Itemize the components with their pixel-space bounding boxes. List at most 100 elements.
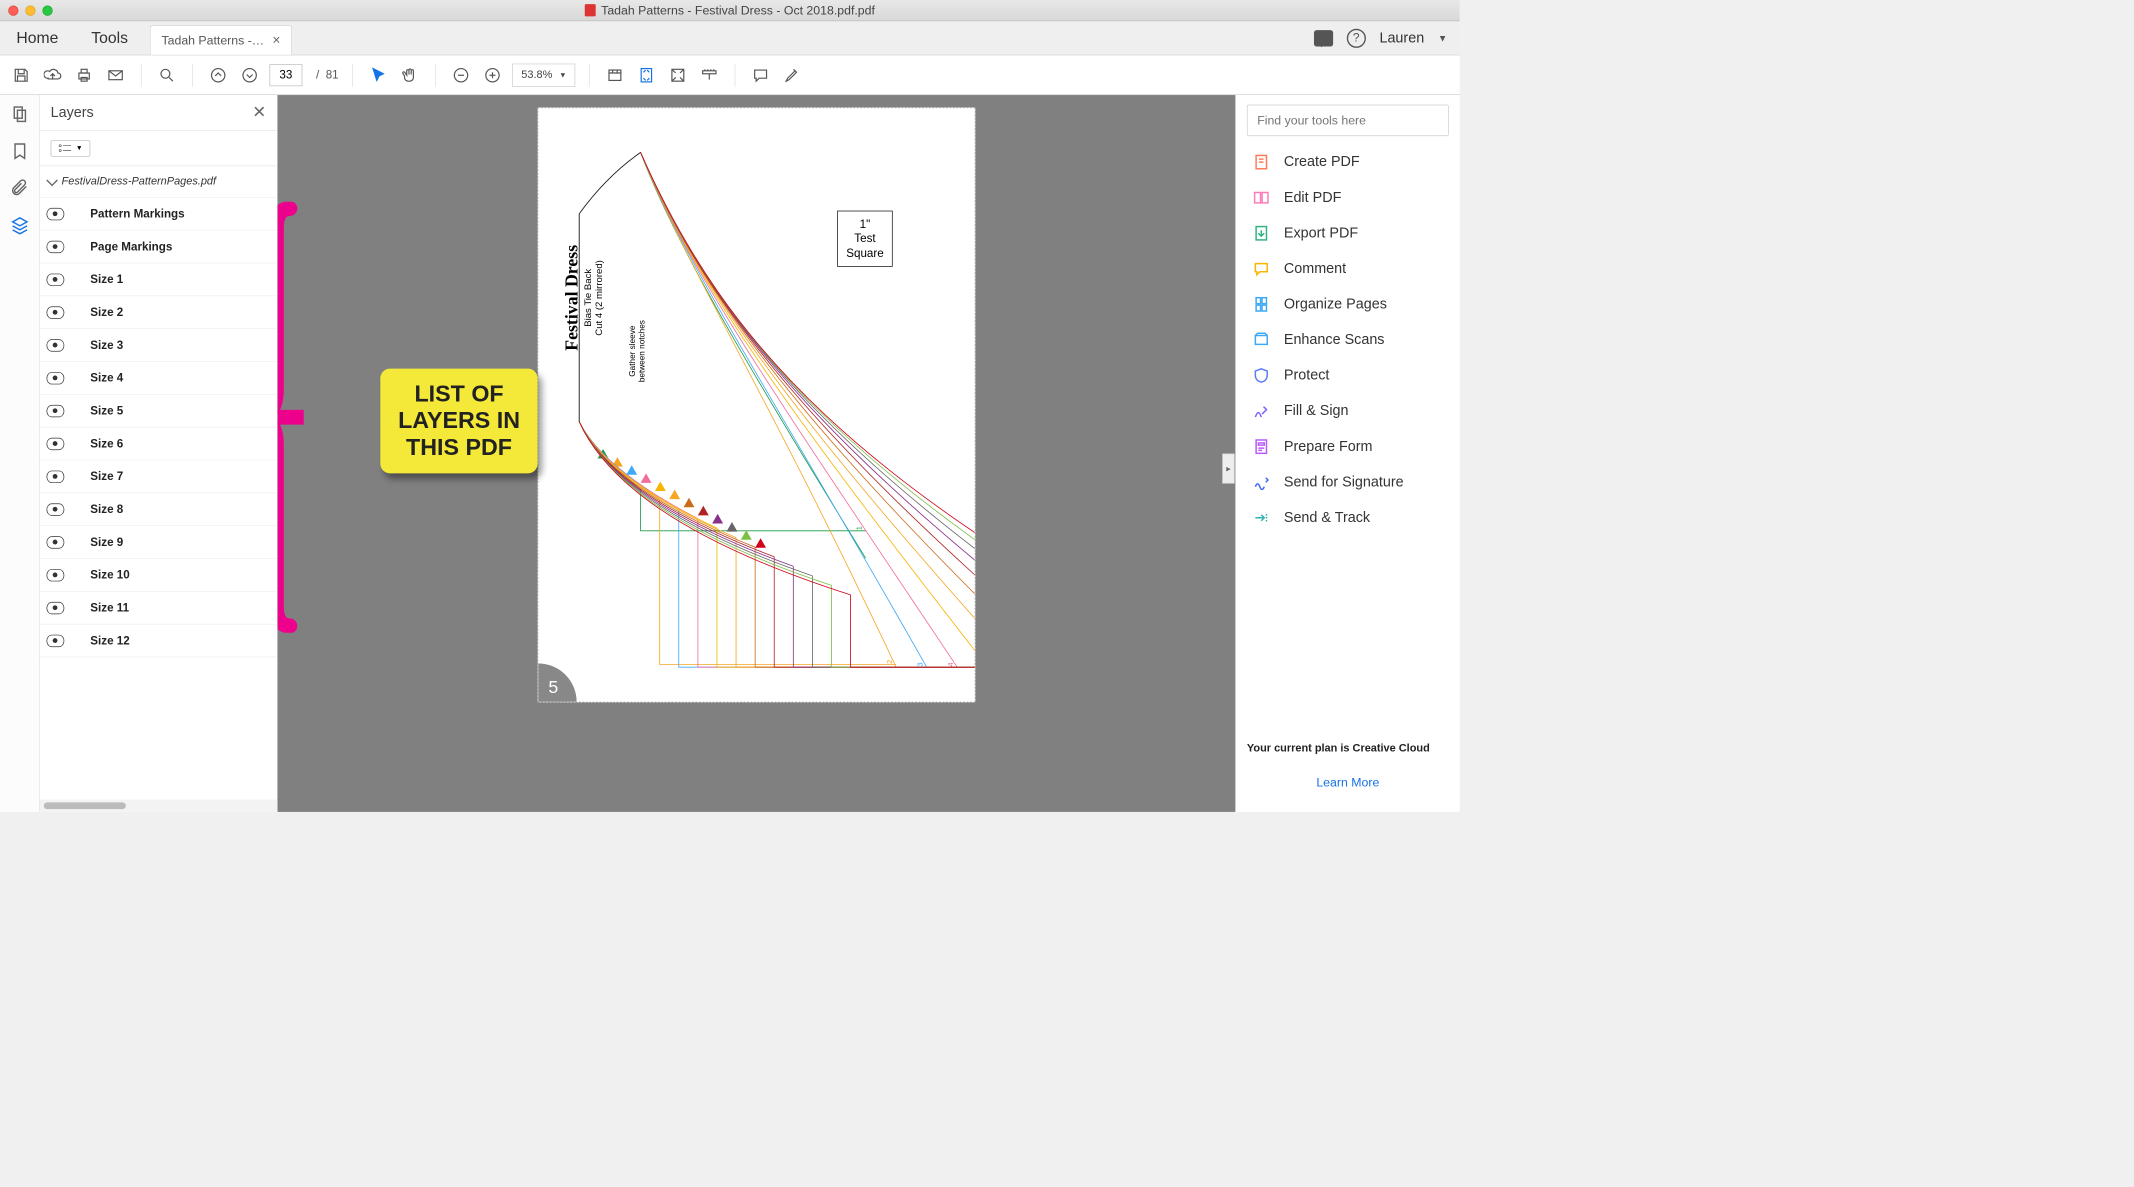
tools-search-input[interactable] xyxy=(1247,105,1449,136)
tool-item-edit-pdf[interactable]: Edit PDF xyxy=(1247,180,1449,216)
page-number-input[interactable] xyxy=(269,64,302,86)
annotation-callout: LIST OF LAYERS IN THIS PDF xyxy=(380,369,537,474)
help-icon[interactable]: ? xyxy=(1347,28,1366,47)
window-title-text: Tadah Patterns - Festival Dress - Oct 20… xyxy=(601,3,875,17)
document-viewport[interactable]: 123456789101112 1" Test Square Festival … xyxy=(278,95,1236,812)
layer-visibility-icon[interactable] xyxy=(47,437,65,449)
layer-row[interactable]: Page Markings xyxy=(40,231,277,264)
tool-item-send-for-signature[interactable]: Send for Signature xyxy=(1247,464,1449,500)
tool-item-organize-pages[interactable]: Organize Pages xyxy=(1247,287,1449,323)
pattern-artwork: 123456789101112 xyxy=(538,108,974,701)
maximize-window-icon[interactable] xyxy=(42,5,52,15)
layer-visibility-icon[interactable] xyxy=(47,634,65,646)
layer-visibility-icon[interactable] xyxy=(47,240,65,252)
tool-item-comment[interactable]: Comment xyxy=(1247,251,1449,287)
comment-icon[interactable] xyxy=(749,63,772,86)
layer-row[interactable]: Size 10 xyxy=(40,559,277,592)
tool-icon xyxy=(1251,187,1272,208)
zoom-in-icon[interactable] xyxy=(481,63,504,86)
layer-row[interactable]: Size 6 xyxy=(40,428,277,461)
layer-label: Size 5 xyxy=(90,404,123,418)
tool-label: Export PDF xyxy=(1284,225,1358,241)
tab-close-icon[interactable]: × xyxy=(272,32,280,48)
close-panel-icon[interactable]: ✕ xyxy=(252,103,266,123)
zoom-out-icon[interactable] xyxy=(449,63,472,86)
fit-width-icon[interactable] xyxy=(604,63,627,86)
tool-item-protect[interactable]: Protect xyxy=(1247,358,1449,394)
layer-row[interactable]: Size 11 xyxy=(40,592,277,625)
fullscreen-icon[interactable] xyxy=(666,63,689,86)
zoom-select[interactable]: 53.8% ▼ xyxy=(512,63,575,86)
chevron-down-icon: ▼ xyxy=(559,71,566,79)
layer-visibility-icon[interactable] xyxy=(47,372,65,384)
minimize-window-icon[interactable] xyxy=(25,5,35,15)
tool-item-export-pdf[interactable]: Export PDF xyxy=(1247,215,1449,251)
read-mode-icon[interactable] xyxy=(698,63,721,86)
pdf-page: 123456789101112 1" Test Square Festival … xyxy=(538,107,976,702)
tool-item-create-pdf[interactable]: Create PDF xyxy=(1247,144,1449,180)
toolbar: / 81 53.8% ▼ xyxy=(0,55,1460,95)
layer-row[interactable]: Size 7 xyxy=(40,460,277,493)
layers-file-row[interactable]: FestivalDress-PatternPages.pdf xyxy=(40,166,277,197)
tools-pane: ▸ Create PDFEdit PDFExport PDFCommentOrg… xyxy=(1235,95,1459,812)
layer-visibility-icon[interactable] xyxy=(47,306,65,318)
tools-button[interactable]: Tools xyxy=(75,21,145,55)
layer-visibility-icon[interactable] xyxy=(47,536,65,548)
layers-options-menu[interactable]: ▼ xyxy=(51,140,91,156)
select-tool-icon[interactable] xyxy=(367,63,390,86)
layer-row[interactable]: Size 8 xyxy=(40,493,277,526)
layer-row[interactable]: Size 5 xyxy=(40,395,277,428)
thumbnails-icon[interactable] xyxy=(10,105,29,124)
fit-page-icon[interactable] xyxy=(635,63,658,86)
notifications-icon[interactable] xyxy=(1314,30,1333,46)
tool-item-enhance-scans[interactable]: Enhance Scans xyxy=(1247,322,1449,358)
svg-text:1: 1 xyxy=(855,526,864,530)
layer-row[interactable]: Size 4 xyxy=(40,362,277,395)
home-button[interactable]: Home xyxy=(0,21,75,55)
layer-row[interactable]: Size 2 xyxy=(40,296,277,329)
layer-row[interactable]: Size 9 xyxy=(40,526,277,559)
layer-visibility-icon[interactable] xyxy=(47,602,65,614)
tool-icon xyxy=(1251,294,1272,315)
bookmarks-icon[interactable] xyxy=(10,142,29,161)
highlight-icon[interactable] xyxy=(781,63,804,86)
layer-visibility-icon[interactable] xyxy=(47,569,65,581)
tool-item-fill-sign[interactable]: Fill & Sign xyxy=(1247,393,1449,429)
pan-tool-icon[interactable] xyxy=(398,63,421,86)
layer-label: Size 10 xyxy=(90,568,129,582)
email-icon[interactable] xyxy=(104,63,127,86)
learn-more-link[interactable]: Learn More xyxy=(1247,763,1449,802)
layer-label: Size 3 xyxy=(90,338,123,352)
layers-horizontal-scrollbar[interactable] xyxy=(40,800,277,812)
close-window-icon[interactable] xyxy=(8,5,18,15)
tab-label: Tadah Patterns -… xyxy=(161,33,264,47)
layer-row[interactable]: Size 12 xyxy=(40,624,277,657)
layer-label: Pattern Markings xyxy=(90,207,184,221)
document-tab[interactable]: Tadah Patterns -… × xyxy=(150,25,292,54)
tool-item-prepare-form[interactable]: Prepare Form xyxy=(1247,429,1449,465)
layer-row[interactable]: Size 3 xyxy=(40,329,277,362)
layer-visibility-icon[interactable] xyxy=(47,273,65,285)
layer-visibility-icon[interactable] xyxy=(47,470,65,482)
tool-item-send-track[interactable]: Send & Track xyxy=(1247,500,1449,536)
layer-visibility-icon[interactable] xyxy=(47,208,65,220)
search-icon[interactable] xyxy=(155,63,178,86)
print-icon[interactable] xyxy=(73,63,96,86)
user-name[interactable]: Lauren xyxy=(1379,30,1424,46)
layer-visibility-icon[interactable] xyxy=(47,503,65,515)
page-down-icon[interactable] xyxy=(238,63,261,86)
layer-visibility-icon[interactable] xyxy=(47,339,65,351)
collapse-tools-icon[interactable]: ▸ xyxy=(1222,453,1234,483)
layer-row[interactable]: Pattern Markings xyxy=(40,198,277,231)
page-up-icon[interactable] xyxy=(207,63,230,86)
layers-icon[interactable] xyxy=(10,215,29,234)
layer-row[interactable]: Size 1 xyxy=(40,263,277,296)
pattern-piece-label: Festival Dress Bias Tie Back Cut 4 (2 mi… xyxy=(562,245,604,351)
user-menu-chevron-icon[interactable]: ▼ xyxy=(1438,32,1447,43)
save-icon[interactable] xyxy=(10,63,33,86)
layer-visibility-icon[interactable] xyxy=(47,405,65,417)
cloud-upload-icon[interactable] xyxy=(41,63,64,86)
layer-label: Size 8 xyxy=(90,502,123,516)
tool-icon xyxy=(1251,152,1272,173)
attachments-icon[interactable] xyxy=(10,179,29,198)
